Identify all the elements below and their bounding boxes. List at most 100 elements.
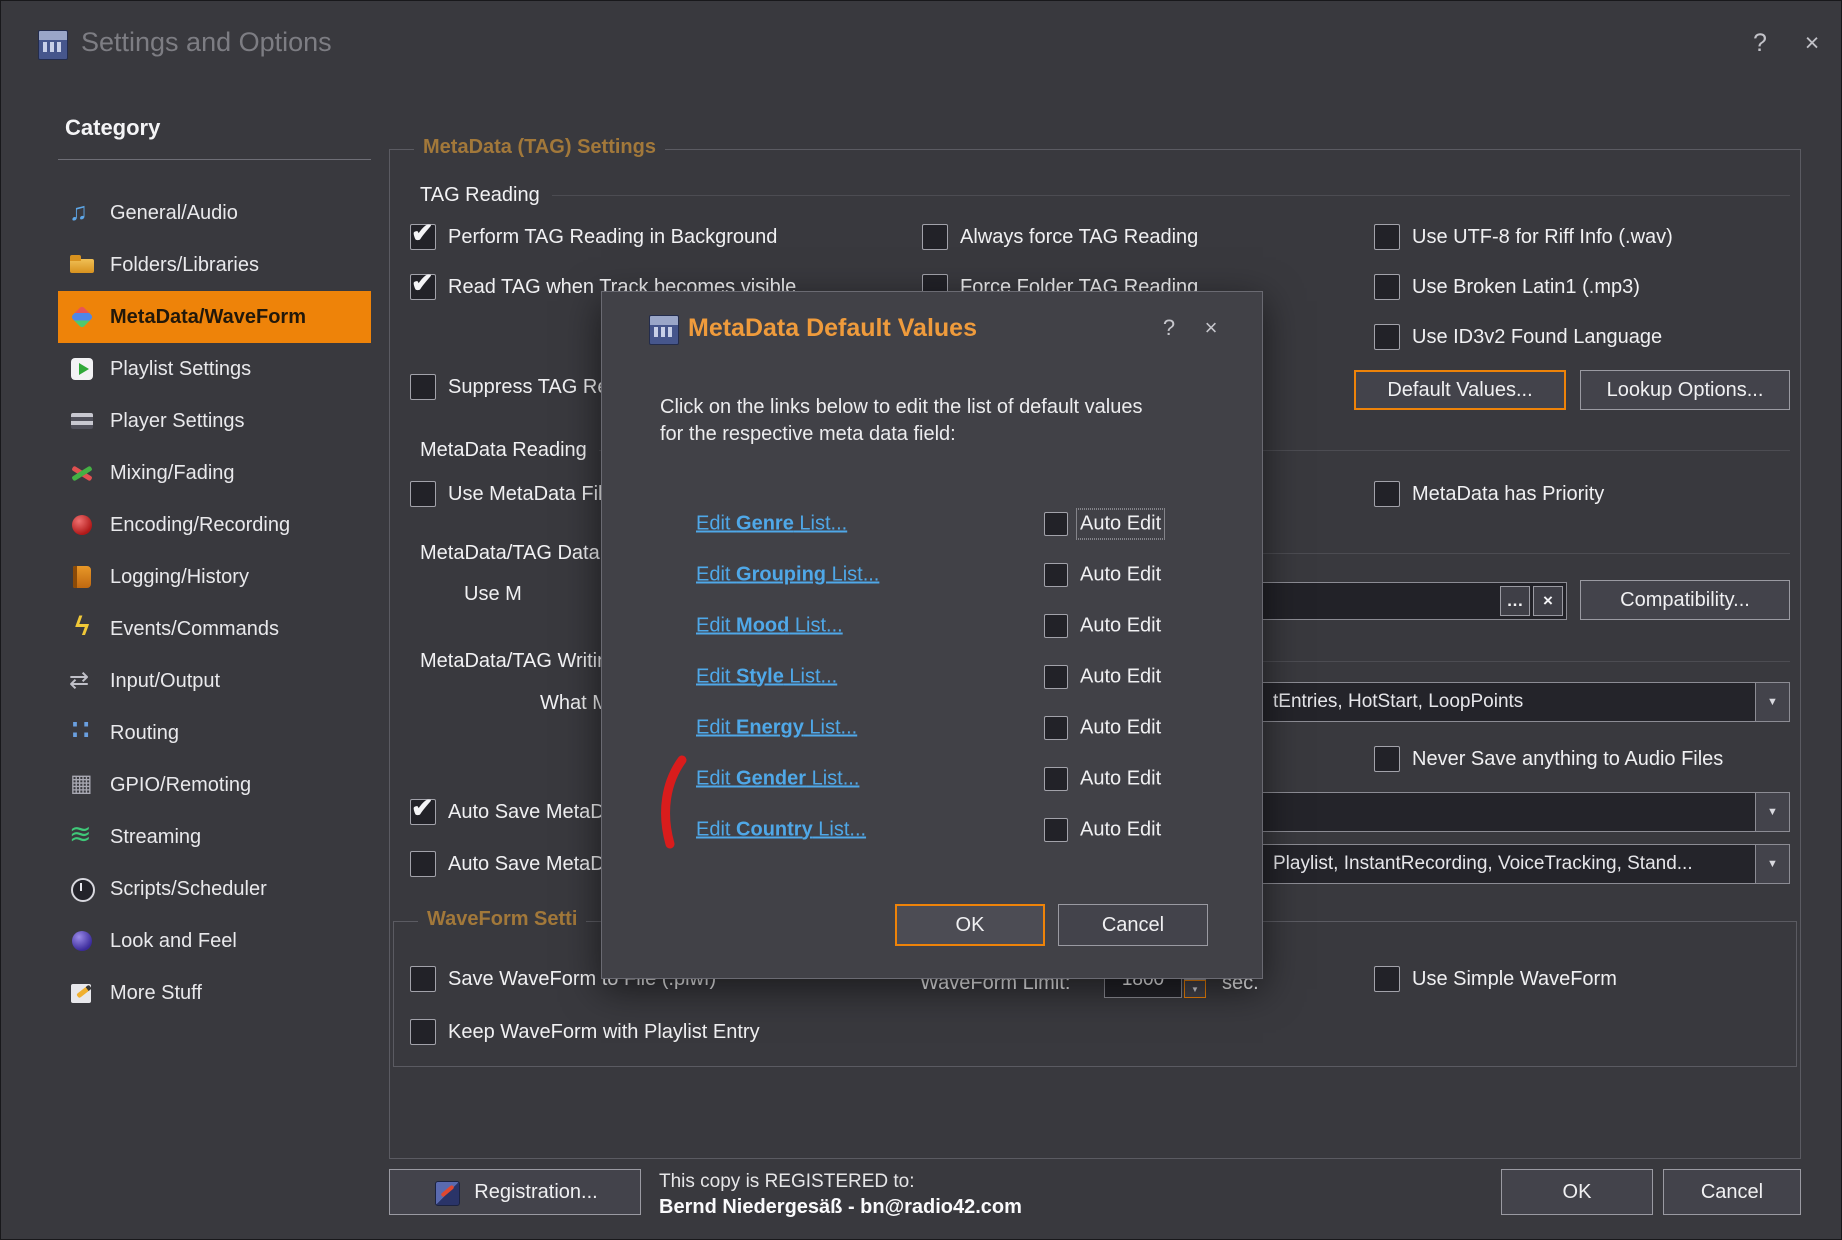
checkbox[interactable] (1374, 324, 1400, 350)
checkbox[interactable] (410, 224, 436, 250)
auto-edit-checkbox[interactable] (1044, 665, 1068, 689)
browse-button[interactable]: … (1500, 586, 1530, 616)
keep-waveform-checkbox-row[interactable]: Keep WaveForm with Playlist Entry (410, 1007, 760, 1057)
default-values-button[interactable]: Default Values... (1354, 370, 1566, 410)
auto-edit-checkbox[interactable] (1044, 716, 1068, 740)
checkbox[interactable] (410, 799, 436, 825)
window-titlebar[interactable]: Settings and Options ? × (1, 1, 1841, 91)
checkbox[interactable] (1374, 966, 1400, 992)
checkbox[interactable] (1374, 746, 1400, 772)
cancel-button[interactable]: Cancel (1663, 1169, 1801, 1215)
checkbox-label[interactable]: Always force TAG Reading (960, 226, 1198, 249)
dialog-ok-button[interactable]: OK (895, 904, 1045, 946)
auto-edit-checkbox[interactable] (1044, 614, 1068, 638)
sidebar-item[interactable]: Input/Output (58, 655, 371, 707)
chevron-down-icon[interactable] (1755, 793, 1789, 831)
auto-edit-label[interactable]: Auto Edit (1080, 665, 1161, 688)
compatibility-button[interactable]: Compatibility... (1580, 580, 1790, 620)
sidebar-item[interactable]: Look and Feel (58, 915, 371, 967)
checkbox-label[interactable]: Use Simple WaveForm (1412, 968, 1617, 991)
auto-save-2-checkbox-row[interactable]: Auto Save MetaD (410, 839, 605, 889)
checkbox[interactable] (410, 966, 436, 992)
edit-list-link[interactable]: Edit Energy List... (696, 716, 857, 739)
sidebar-item[interactable]: Routing (58, 707, 371, 759)
sidebar-item[interactable]: Encoding/Recording (58, 499, 371, 551)
auto-edit-checkbox[interactable] (1044, 818, 1068, 842)
checkbox[interactable] (922, 224, 948, 250)
auto-edit-checkbox[interactable] (1044, 767, 1068, 791)
sidebar-item[interactable]: Folders/Libraries (58, 239, 371, 291)
sidebar-item[interactable]: Mixing/Fading (58, 447, 371, 499)
checkbox[interactable] (410, 374, 436, 400)
auto-edit-checkbox[interactable] (1044, 512, 1068, 536)
clear-icon[interactable]: × (1533, 586, 1563, 616)
checkbox-label[interactable]: Suppress TAG Re (448, 376, 608, 399)
checkbox[interactable] (410, 274, 436, 300)
spin-down-icon[interactable] (1184, 980, 1206, 998)
auto-edit-label[interactable]: Auto Edit (1080, 563, 1161, 586)
dialog-cancel-button[interactable]: Cancel (1058, 904, 1208, 946)
sidebar-item[interactable]: Logging/History (58, 551, 371, 603)
checkbox[interactable] (410, 851, 436, 877)
checkbox-label[interactable]: MetaData has Priority (1412, 483, 1604, 506)
dialog-titlebar[interactable]: MetaData Default Values ? × (602, 292, 1262, 364)
sidebar-item[interactable]: General/Audio (58, 187, 371, 239)
metadata-priority-checkbox-row[interactable]: MetaData has Priority (1374, 469, 1604, 519)
sidebar-item[interactable]: More Stuff (58, 967, 371, 1019)
auto-edit-label[interactable]: Auto Edit (1080, 614, 1161, 637)
auto-edit-label[interactable]: Auto Edit (1080, 512, 1161, 535)
suppress-tag-checkbox-row[interactable]: Suppress TAG Re (410, 362, 608, 412)
checkbox-row[interactable]: Use ID3v2 Found Language (1374, 312, 1673, 362)
checkbox-label[interactable]: Use Broken Latin1 (.mp3) (1412, 276, 1640, 299)
edit-list-link[interactable]: Edit Mood List... (696, 614, 843, 637)
chevron-down-icon[interactable] (1755, 845, 1789, 883)
sidebar-item[interactable]: GPIO/Remoting (58, 759, 371, 811)
edit-list-link[interactable]: Edit Gender List... (696, 767, 859, 790)
registration-button[interactable]: Registration... (389, 1169, 641, 1215)
checkbox[interactable] (1374, 274, 1400, 300)
edit-list-link[interactable]: Edit Country List... (696, 818, 866, 841)
sidebar-item[interactable]: Scripts/Scheduler (58, 863, 371, 915)
help-button[interactable]: ? (1743, 29, 1777, 58)
dialog-help-button[interactable]: ? (1154, 315, 1184, 341)
checkbox-label[interactable]: Auto Save MetaD (448, 853, 605, 876)
auto-edit-label[interactable]: Auto Edit (1080, 818, 1161, 841)
checkbox-label[interactable]: Keep WaveForm with Playlist Entry (448, 1021, 760, 1044)
write-fields-dropdown[interactable]: tEntries, HotStart, LoopPoints (1187, 682, 1790, 722)
auto-save-1-dropdown[interactable] (1187, 792, 1790, 832)
never-save-checkbox-row[interactable]: Never Save anything to Audio Files (1374, 734, 1723, 784)
sidebar-item[interactable]: Streaming (58, 811, 371, 863)
sidebar-item[interactable]: Events/Commands (58, 603, 371, 655)
ok-button[interactable]: OK (1501, 1169, 1653, 1215)
close-button[interactable]: × (1795, 29, 1829, 58)
checkbox-row[interactable]: Perform TAG Reading in Background (410, 212, 796, 262)
checkbox-row[interactable]: Use Broken Latin1 (.mp3) (1374, 262, 1673, 312)
checkbox-label[interactable]: Perform TAG Reading in Background (448, 226, 777, 249)
lookup-options-button[interactable]: Lookup Options... (1580, 370, 1790, 410)
sidebar-item[interactable]: MetaData/WaveForm (58, 291, 371, 343)
checkbox-label[interactable]: Use UTF-8 for Riff Info (.wav) (1412, 226, 1673, 249)
checkbox-label[interactable]: Use ID3v2 Found Language (1412, 326, 1662, 349)
edit-list-link[interactable]: Edit Genre List... (696, 512, 847, 535)
checkbox[interactable] (410, 481, 436, 507)
checkbox-label[interactable]: Use MetaData Fil (448, 483, 603, 506)
checkbox[interactable] (410, 1019, 436, 1045)
checkbox-label[interactable]: Never Save anything to Audio Files (1412, 748, 1723, 771)
checkbox[interactable] (1374, 224, 1400, 250)
auto-save-2-dropdown[interactable]: Playlist, InstantRecording, VoiceTrackin… (1187, 844, 1790, 884)
edit-list-link[interactable]: Edit Grouping List... (696, 563, 879, 586)
auto-edit-checkbox[interactable] (1044, 563, 1068, 587)
use-metadata-file-checkbox-row[interactable]: Use MetaData Fil (410, 469, 603, 519)
sidebar-item[interactable]: Playlist Settings (58, 343, 371, 395)
simple-waveform-checkbox-row[interactable]: Use Simple WaveForm (1374, 954, 1617, 1004)
sidebar-item[interactable]: Player Settings (58, 395, 371, 447)
checkbox-label[interactable]: Auto Save MetaD (448, 801, 605, 824)
checkbox[interactable] (1374, 481, 1400, 507)
auto-edit-label[interactable]: Auto Edit (1080, 716, 1161, 739)
chevron-down-icon[interactable] (1755, 683, 1789, 721)
edit-list-link[interactable]: Edit Style List... (696, 665, 837, 688)
dialog-close-button[interactable]: × (1196, 315, 1226, 341)
auto-save-1-checkbox-row[interactable]: Auto Save MetaD (410, 787, 605, 837)
checkbox-row[interactable]: Always force TAG Reading (922, 212, 1198, 262)
auto-edit-label[interactable]: Auto Edit (1080, 767, 1161, 790)
